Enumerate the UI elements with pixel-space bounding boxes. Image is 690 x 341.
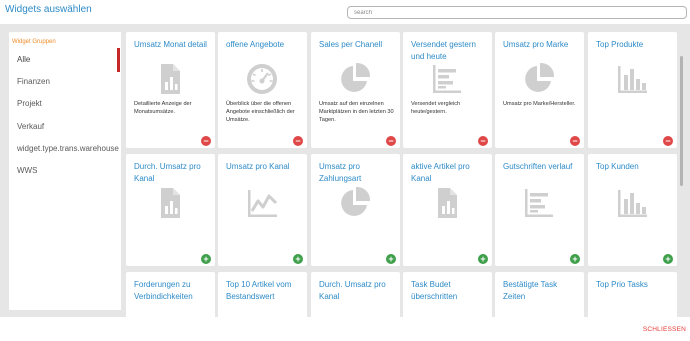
widget-card[interactable]: Task Budet überschritten bbox=[403, 272, 492, 317]
widget-grid: Umsatz Monat detail Detaillierte Anzeige … bbox=[126, 32, 677, 317]
widget-title: aktive Artikel pro Kanal bbox=[411, 162, 470, 183]
widget-card[interactable]: Durch. Umsatz pro Kanal + bbox=[126, 154, 215, 266]
widget-selection-dialog: Widgets auswählen Widget Gruppen Alle Fi… bbox=[0, 0, 690, 341]
sidebar-item-alle[interactable]: Alle bbox=[9, 49, 121, 71]
sidebar-item-finanzen[interactable]: Finanzen bbox=[9, 71, 121, 93]
widget-title: Forderungen zu Verbindichkeiten bbox=[134, 280, 193, 301]
horizontal-bar-chart-icon bbox=[430, 62, 464, 96]
widget-card[interactable]: aktive Artikel pro Kanal + bbox=[403, 154, 492, 266]
horizontal-bar-chart-icon bbox=[522, 186, 556, 220]
add-widget-icon[interactable]: + bbox=[293, 254, 303, 264]
scrollbar[interactable] bbox=[680, 56, 683, 186]
dialog-body: Widget Gruppen Alle Finanzen Projekt Ver… bbox=[0, 24, 690, 317]
sidebar-heading: Widget Gruppen bbox=[12, 39, 56, 45]
widget-title: Umsatz pro Marke bbox=[503, 40, 569, 49]
add-widget-icon[interactable]: + bbox=[201, 254, 211, 264]
widget-group-sidebar: Widget Gruppen Alle Finanzen Projekt Ver… bbox=[9, 32, 121, 310]
add-widget-icon[interactable]: + bbox=[570, 254, 580, 264]
widget-card[interactable]: Top Kunden + bbox=[588, 154, 677, 266]
widget-card[interactable]: Umsatz pro Marke Umsatz pro Marke/Herstel… bbox=[495, 32, 584, 148]
widget-title: Top Prio Tasks bbox=[596, 280, 648, 289]
widget-title: Durch. Umsatz pro Kanal bbox=[319, 280, 386, 301]
widget-title: Versendet gestern und heute bbox=[411, 40, 476, 61]
widget-card[interactable]: Durch. Umsatz pro Kanal bbox=[311, 272, 400, 317]
dialog-title: Widgets auswählen bbox=[5, 4, 92, 15]
document-chart-icon bbox=[430, 186, 464, 220]
dialog-footer: SCHLIESSEN bbox=[0, 317, 690, 341]
sidebar-item-verkauf[interactable]: Verkauf bbox=[9, 116, 121, 138]
widget-description: Umsatz pro Marke/Hersteller. bbox=[503, 101, 576, 107]
remove-widget-icon[interactable]: − bbox=[663, 136, 673, 146]
widget-title: Top 10 Artikel vom Bestandswert bbox=[226, 280, 292, 301]
widget-card[interactable]: offene Angebote Überblick über die offene… bbox=[218, 32, 307, 148]
widget-title: Gutschriften verlauf bbox=[503, 162, 573, 171]
remove-widget-icon[interactable]: − bbox=[478, 136, 488, 146]
sidebar-item-warehouse[interactable]: widget.type.trans.warehouse bbox=[9, 138, 121, 160]
widget-description: Detaillierte Anzeige der Monatsumsätze. bbox=[134, 101, 192, 115]
widget-title: Task Budet überschritten bbox=[411, 280, 458, 301]
widget-card[interactable]: Top Prio Tasks bbox=[588, 272, 677, 317]
search-input[interactable] bbox=[347, 6, 687, 19]
pie-chart-icon bbox=[338, 186, 372, 220]
gauge-icon bbox=[245, 62, 279, 96]
widget-description: Überblick über die offenen Angebote eins… bbox=[226, 101, 295, 123]
add-widget-icon[interactable]: + bbox=[663, 254, 673, 264]
sidebar-item-projekt[interactable]: Projekt bbox=[9, 93, 121, 115]
widget-card[interactable]: Umsatz pro Zahlungsart + bbox=[311, 154, 400, 266]
pie-chart-icon bbox=[338, 62, 372, 96]
add-widget-icon[interactable]: + bbox=[478, 254, 488, 264]
line-chart-icon bbox=[245, 186, 279, 220]
sidebar-item-wws[interactable]: WWS bbox=[9, 160, 121, 182]
widget-card[interactable]: Versendet gestern und heute Versendet ver… bbox=[403, 32, 492, 148]
widget-title: Sales per Chanell bbox=[319, 40, 383, 49]
widget-title: Top Kunden bbox=[596, 162, 639, 171]
bar-chart-icon bbox=[615, 62, 649, 96]
remove-widget-icon[interactable]: − bbox=[386, 136, 396, 146]
add-widget-icon[interactable]: + bbox=[386, 254, 396, 264]
widget-title: offene Angebote bbox=[226, 40, 285, 49]
widget-title: Umsatz Monat detail bbox=[134, 40, 207, 49]
dialog-header: Widgets auswählen bbox=[0, 0, 690, 24]
remove-widget-icon[interactable]: − bbox=[201, 136, 211, 146]
document-chart-icon bbox=[153, 62, 187, 96]
widget-card[interactable]: Umsatz Monat detail Detaillierte Anzeige … bbox=[126, 32, 215, 148]
bar-chart-icon bbox=[615, 186, 649, 220]
widget-description: Umsatz auf den einzelnen Marktplätzen in… bbox=[319, 101, 394, 123]
remove-widget-icon[interactable]: − bbox=[293, 136, 303, 146]
widget-card[interactable]: Top 10 Artikel vom Bestandswert bbox=[218, 272, 307, 317]
widget-card[interactable]: Forderungen zu Verbindichkeiten bbox=[126, 272, 215, 317]
document-chart-icon bbox=[153, 186, 187, 220]
widget-title: Umsatz pro Zahlungsart bbox=[319, 162, 362, 183]
widget-title: Bestätigte Task Zeiten bbox=[503, 280, 558, 301]
widget-card[interactable]: Umsatz pro Kanal + bbox=[218, 154, 307, 266]
widget-card[interactable]: Top Produkte − bbox=[588, 32, 677, 148]
widget-card[interactable]: Sales per Chanell Umsatz auf den einzelne… bbox=[311, 32, 400, 148]
widget-title: Umsatz pro Kanal bbox=[226, 162, 290, 171]
widget-description: Versendet vergleich heute/gestern. bbox=[411, 101, 461, 115]
widget-card[interactable]: Gutschriften verlauf + bbox=[495, 154, 584, 266]
widget-card[interactable]: Bestätigte Task Zeiten bbox=[495, 272, 584, 317]
widget-title: Durch. Umsatz pro Kanal bbox=[134, 162, 201, 183]
active-group-indicator bbox=[117, 48, 120, 72]
close-button[interactable]: SCHLIESSEN bbox=[643, 326, 686, 333]
pie-chart-icon bbox=[522, 62, 556, 96]
widget-title: Top Produkte bbox=[596, 40, 644, 49]
remove-widget-icon[interactable]: − bbox=[570, 136, 580, 146]
